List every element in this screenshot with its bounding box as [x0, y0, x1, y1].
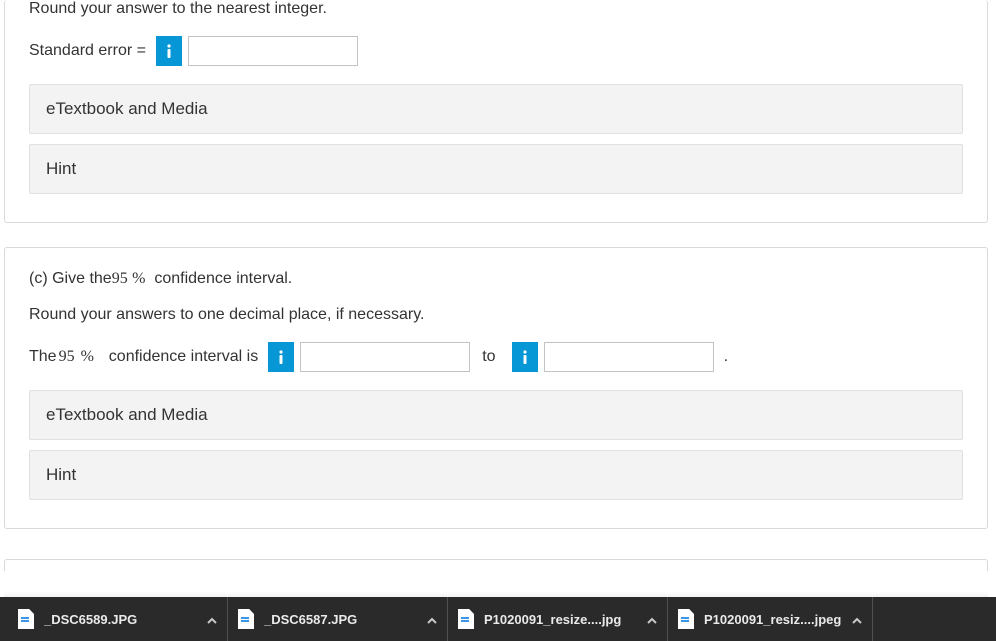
- download-item[interactable]: P1020091_resize....jpg: [448, 597, 668, 641]
- confidence-interval-row: The 95 % confidence interval is to .: [29, 342, 963, 372]
- chevron-up-icon[interactable]: [427, 614, 437, 624]
- download-item[interactable]: _DSC6589.JPG: [8, 597, 228, 641]
- period: .: [724, 348, 728, 366]
- download-filename: _DSC6587.JPG: [264, 612, 417, 627]
- etextbook-panel[interactable]: eTextbook and Media: [29, 84, 963, 134]
- standard-error-label: Standard error =: [29, 42, 146, 60]
- ci-low-input[interactable]: [300, 342, 470, 372]
- etextbook-label: eTextbook and Media: [46, 99, 208, 118]
- standard-error-row: Standard error =: [29, 36, 963, 66]
- next-card-sliver: [4, 559, 988, 571]
- chevron-up-icon[interactable]: [852, 614, 862, 624]
- ci-mid: confidence interval is: [100, 348, 258, 366]
- file-icon: [678, 609, 694, 629]
- pct-number: 95: [112, 270, 128, 288]
- rounding-instruction-c: Round your answers to one decimal place,…: [29, 306, 963, 324]
- hint-label: Hint: [46, 159, 76, 178]
- part-prefix: (c) Give the: [29, 270, 112, 288]
- file-icon: [18, 609, 34, 629]
- ci-pct-number: 95: [59, 348, 75, 366]
- info-icon[interactable]: [156, 36, 182, 66]
- ci-prefix: The: [29, 348, 57, 366]
- part-c-prompt: (c) Give the 95 % confidence interval.: [29, 270, 963, 288]
- download-filename: P1020091_resiz....jpeg: [704, 612, 842, 627]
- info-icon[interactable]: [512, 342, 538, 372]
- instruction-text-c: Round your answers to one decimal place,…: [29, 306, 424, 324]
- question-card-b-partial: Round your answer to the nearest integer…: [4, 0, 988, 223]
- downloads-bar: _DSC6589.JPG _DSC6587.JPG P1020091_resiz…: [0, 597, 996, 641]
- download-item[interactable]: _DSC6587.JPG: [228, 597, 448, 641]
- hint-panel[interactable]: Hint: [29, 144, 963, 194]
- question-card-c: (c) Give the 95 % confidence interval. R…: [4, 247, 988, 529]
- standard-error-input[interactable]: [188, 36, 358, 66]
- part-suffix: confidence interval.: [145, 270, 292, 288]
- etextbook-label: eTextbook and Media: [46, 405, 208, 424]
- to-label: to: [482, 348, 495, 366]
- info-icon[interactable]: [268, 342, 294, 372]
- download-item[interactable]: P1020091_resiz....jpeg: [668, 597, 873, 641]
- hint-label: Hint: [46, 465, 76, 484]
- etextbook-panel[interactable]: eTextbook and Media: [29, 390, 963, 440]
- file-icon: [458, 609, 474, 629]
- download-filename: P1020091_resize....jpg: [484, 612, 637, 627]
- download-filename: _DSC6589.JPG: [44, 612, 197, 627]
- file-icon: [238, 609, 254, 629]
- chevron-up-icon[interactable]: [647, 614, 657, 624]
- chevron-up-icon[interactable]: [207, 614, 217, 624]
- hint-panel[interactable]: Hint: [29, 450, 963, 500]
- instruction-text: Round your answer to the nearest integer…: [29, 0, 327, 18]
- pct-symbol: %: [132, 270, 145, 288]
- rounding-instruction: Round your answer to the nearest integer…: [29, 0, 963, 18]
- ci-pct-symbol: %: [81, 348, 94, 366]
- ci-high-input[interactable]: [544, 342, 714, 372]
